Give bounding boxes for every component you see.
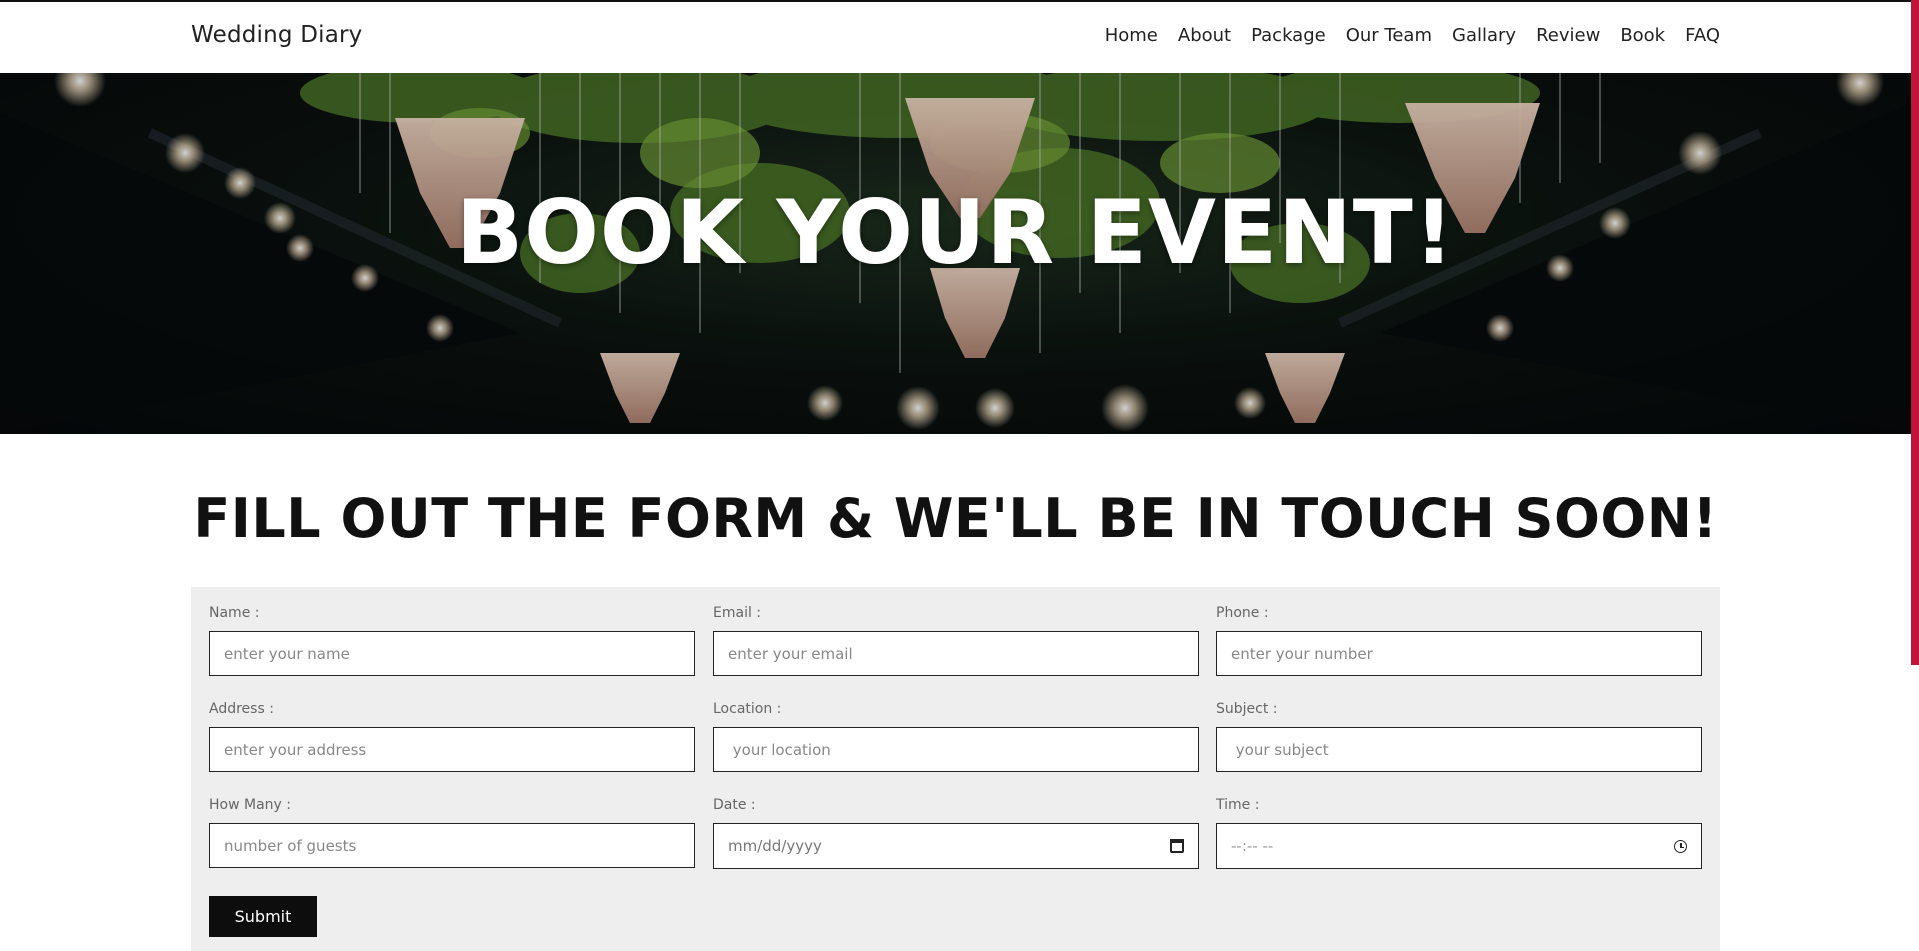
calendar-icon[interactable] xyxy=(1170,839,1184,853)
field-time: Time : --:-- -- xyxy=(1216,797,1702,869)
nav-our-team[interactable]: Our Team xyxy=(1346,25,1432,46)
nav-gallery[interactable]: Gallary xyxy=(1452,25,1516,46)
nav-review[interactable]: Review xyxy=(1536,25,1600,46)
email-label: Email : xyxy=(713,605,762,621)
guests-input[interactable]: number of guests xyxy=(209,823,695,868)
clock-icon[interactable] xyxy=(1674,839,1687,853)
name-input[interactable]: enter your name xyxy=(209,631,695,676)
field-address: Address : enter your address xyxy=(209,701,695,772)
address-input[interactable]: enter your address xyxy=(209,727,695,772)
location-label: Location : xyxy=(713,701,782,717)
nav-book[interactable]: Book xyxy=(1620,25,1665,46)
date-input[interactable]: mm/dd/yyyy xyxy=(713,823,1199,869)
nav-faq[interactable]: FAQ xyxy=(1685,25,1720,46)
subject-input[interactable]: your subject xyxy=(1216,727,1702,772)
nav-home[interactable]: Home xyxy=(1105,25,1158,46)
form-section-title: FILL OUT THE FORM & WE'LL BE IN TOUCH SO… xyxy=(193,487,1718,550)
guests-label: How Many : xyxy=(209,797,291,813)
field-subject: Subject : your subject xyxy=(1216,701,1702,772)
nav-package[interactable]: Package xyxy=(1251,25,1326,46)
date-label: Date : xyxy=(713,797,756,813)
main-nav: Home About Package Our Team Gallary Revi… xyxy=(1085,25,1720,46)
time-input[interactable]: --:-- -- xyxy=(1216,823,1702,869)
field-date: Date : mm/dd/yyyy xyxy=(713,797,1199,869)
nav-about[interactable]: About xyxy=(1178,25,1231,46)
field-guests: How Many : number of guests xyxy=(209,797,695,868)
location-input[interactable]: your location xyxy=(713,727,1199,772)
field-location: Location : your location xyxy=(713,701,1199,772)
phone-label: Phone : xyxy=(1216,605,1269,621)
brand-logo[interactable]: Wedding Diary xyxy=(191,22,362,48)
scrollbar-accent[interactable] xyxy=(1911,0,1919,665)
field-name: Name : enter your name xyxy=(209,605,695,676)
address-label: Address : xyxy=(209,701,274,717)
name-label: Name : xyxy=(209,605,260,621)
phone-input[interactable]: enter your number xyxy=(1216,631,1702,676)
time-label: Time : xyxy=(1216,797,1260,813)
booking-form: Name : enter your name Email : enter you… xyxy=(191,587,1720,951)
hero-banner: BOOK YOUR EVENT! xyxy=(0,73,1911,434)
submit-button[interactable]: Submit xyxy=(209,896,317,937)
subject-label: Subject : xyxy=(1216,701,1278,717)
hero-title: BOOK YOUR EVENT! xyxy=(456,181,1455,284)
navbar: Wedding Diary Home About Package Our Tea… xyxy=(0,2,1911,73)
field-email: Email : enter your email xyxy=(713,605,1199,676)
field-phone: Phone : enter your number xyxy=(1216,605,1702,676)
email-input[interactable]: enter your email xyxy=(713,631,1199,676)
